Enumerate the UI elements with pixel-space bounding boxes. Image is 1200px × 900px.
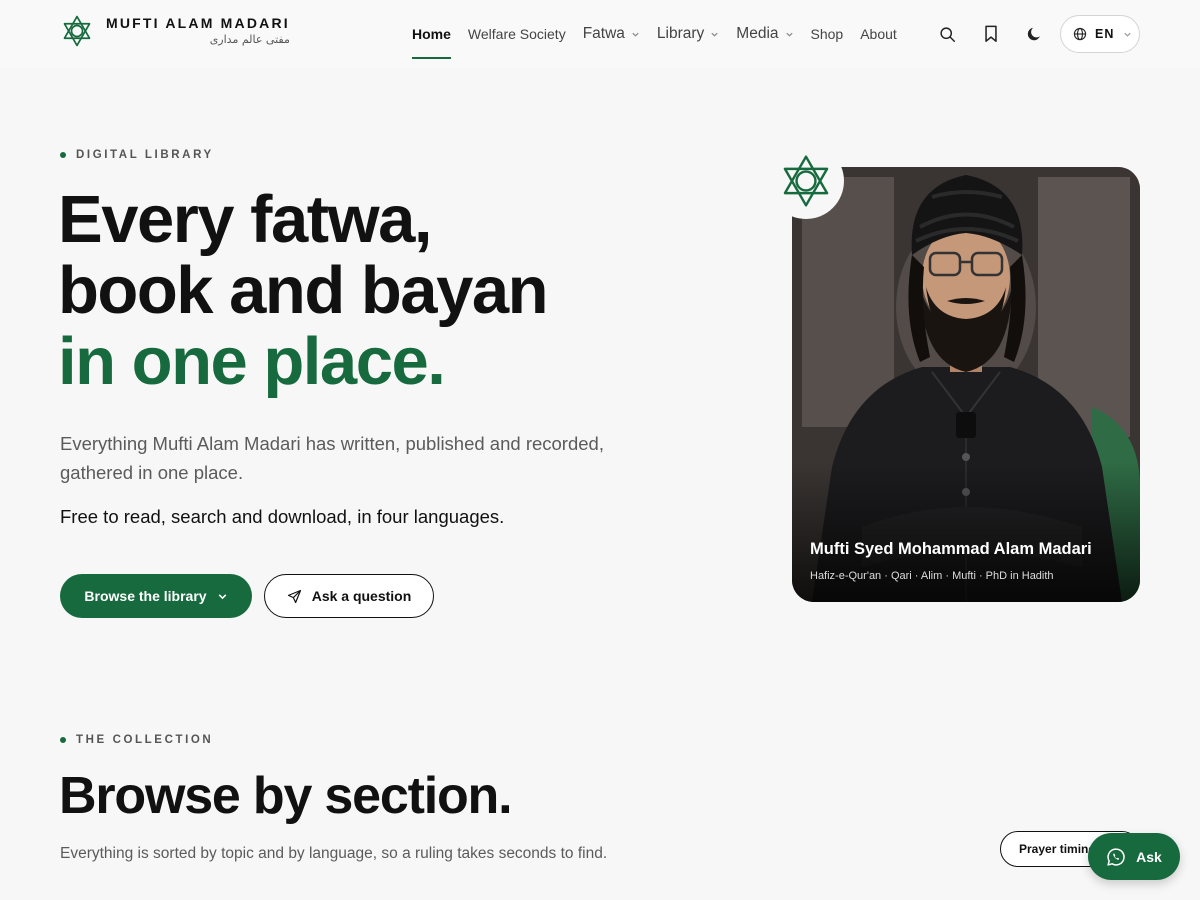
- hero-title-line-3: in one place.: [58, 324, 446, 399]
- ask-question-label: Ask a question: [311, 588, 412, 604]
- collection-eyebrow-text: THE COLLECTION: [76, 734, 214, 746]
- nav-shop-label: Shop: [810, 26, 844, 42]
- brand-name-urdu: مفتی عالم مداری: [209, 33, 290, 46]
- theme-toggle[interactable]: [1021, 20, 1049, 48]
- hero-eyebrow-text: DIGITAL LIBRARY: [76, 149, 214, 161]
- ask-question-button[interactable]: Ask a question: [264, 574, 434, 618]
- nav-shop[interactable]: Shop: [803, 16, 852, 52]
- main-nav: Home Welfare Society Fatwa Library Media…: [404, 0, 906, 68]
- browse-library-label: Browse the library: [84, 588, 207, 604]
- eyebrow-dot: [60, 737, 66, 743]
- nav-about-label: About: [860, 26, 897, 42]
- portrait-card: Mufti Syed Mohammad Alam Madari Hafiz-e-…: [792, 167, 1140, 602]
- site-header: MUFTI ALAM MADARI مفتی عالم مداری Home W…: [0, 0, 1200, 68]
- nav-fatwa[interactable]: Fatwa: [575, 16, 648, 52]
- search-button[interactable]: [933, 20, 961, 48]
- site-logo[interactable]: MUFTI ALAM MADARI مفتی عالم مداری: [60, 14, 290, 48]
- ask-whatsapp-button[interactable]: Ask: [1088, 833, 1180, 880]
- nav-fatwa-label: Fatwa: [582, 25, 625, 42]
- language-label: EN: [1095, 27, 1115, 41]
- hero-title-line-2: book and bayan: [58, 253, 549, 328]
- chevron-down-icon: [632, 32, 639, 37]
- bookmark-icon: [985, 25, 997, 42]
- collection-eyebrow: THE COLLECTION: [60, 734, 213, 746]
- chevron-down-icon: [1124, 32, 1131, 37]
- star-badge: [768, 143, 844, 219]
- chevron-down-icon: [218, 593, 226, 599]
- nav-welfare-society[interactable]: Welfare Society: [460, 16, 574, 52]
- nav-media-label: Media: [736, 25, 779, 42]
- brand-name: MUFTI ALAM MADARI: [106, 15, 290, 31]
- nav-home[interactable]: Home: [404, 16, 459, 59]
- hero-lead: Everything Mufti Alam Madari has written…: [60, 433, 604, 483]
- portrait-caption: Hafiz-e-Qur'an · Qari · Alim · Mufti · P…: [810, 570, 1054, 582]
- moon-icon: [1027, 27, 1040, 41]
- send-icon: [287, 589, 301, 603]
- hero-title: Every fatwa, book and bayan in one place…: [58, 182, 549, 399]
- eyebrow-dot: [60, 152, 66, 158]
- nav-about[interactable]: About: [852, 16, 905, 52]
- nav-library-label: Library: [656, 25, 705, 42]
- nav-library[interactable]: Library: [649, 16, 727, 52]
- globe-icon: [1073, 27, 1087, 41]
- hero-title-line-1: Every fatwa,: [58, 182, 433, 257]
- chevron-down-icon: [785, 32, 793, 37]
- star-logo-icon: [63, 15, 91, 47]
- collection-lead: Everything is sorted by topic and by lan…: [60, 845, 608, 862]
- star-icon: [783, 155, 829, 207]
- portrait-name: Mufti Syed Mohammad Alam Madari: [810, 540, 1092, 558]
- nav-home-label: Home: [412, 26, 451, 42]
- browse-library-button[interactable]: Browse the library: [60, 574, 252, 618]
- hero-eyebrow: DIGITAL LIBRARY: [60, 149, 214, 161]
- nav-media[interactable]: Media: [728, 16, 801, 52]
- language-selector[interactable]: EN: [1060, 15, 1140, 53]
- ask-label: Ask: [1136, 848, 1162, 865]
- nav-welfare-society-label: Welfare Society: [467, 26, 566, 42]
- whatsapp-icon: [1107, 847, 1125, 866]
- bookmarks-button[interactable]: [977, 20, 1005, 48]
- chevron-down-icon: [711, 32, 718, 37]
- hero-sub: Free to read, search and download, in fo…: [60, 506, 505, 527]
- search-icon: [939, 26, 955, 42]
- collection-title: Browse by section.: [59, 767, 513, 825]
